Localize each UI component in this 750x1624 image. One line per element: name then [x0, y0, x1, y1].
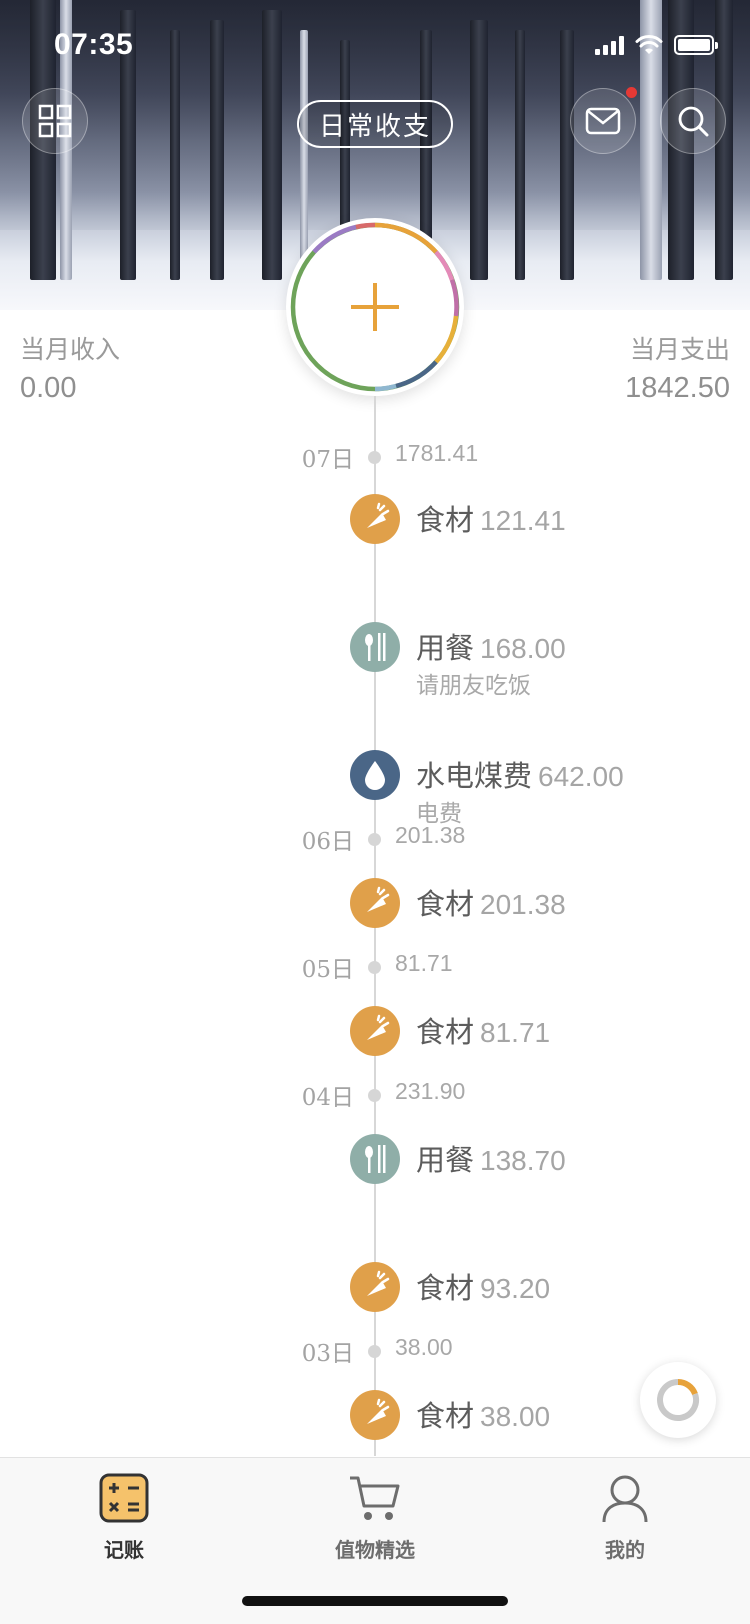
home-indicator — [242, 1596, 508, 1606]
record-item[interactable]: 食材 93.20 — [0, 1262, 750, 1332]
day-label: 07日 — [301, 447, 354, 473]
battery-icon — [674, 35, 718, 55]
day-label: 05日 — [301, 957, 354, 983]
day-header: 03日 38.00 — [0, 1334, 750, 1368]
day-label: 06日 — [301, 829, 354, 855]
mail-icon — [585, 107, 621, 135]
day-header: 04日 231.90 — [0, 1078, 750, 1112]
add-record-button[interactable] — [286, 218, 464, 396]
record-category: 水电煤费 — [416, 759, 533, 793]
day-total: 231.90 — [395, 1078, 466, 1104]
tab-bookkeeping[interactable]: 记账 — [24, 1472, 224, 1563]
day-dot — [368, 451, 381, 464]
record-category: 食材 — [416, 503, 475, 537]
record-category: 食材 — [416, 1271, 475, 1305]
plus-icon — [351, 283, 399, 331]
wifi-icon — [635, 35, 663, 54]
record-category: 用餐 — [416, 631, 475, 665]
day-dot — [368, 1345, 381, 1358]
status-bar: 07:35 — [0, 0, 750, 90]
tab-profile[interactable]: 我的 — [525, 1472, 725, 1563]
status-time: 07:35 — [54, 28, 134, 61]
utensils-icon — [350, 622, 400, 672]
record-amount: 642.00 — [538, 761, 624, 792]
cart-icon — [350, 1476, 400, 1520]
record-item[interactable]: 用餐 138.70 — [0, 1134, 750, 1204]
day-dot — [368, 833, 381, 846]
carrot-icon — [350, 1262, 400, 1312]
record-amount: 121.41 — [480, 505, 566, 536]
water-drop-icon — [350, 750, 400, 800]
income-label: 当月收入 — [20, 335, 121, 364]
record-item[interactable]: 食材 38.00 — [0, 1390, 750, 1460]
day-label: 03日 — [301, 1341, 354, 1367]
day-total: 38.00 — [395, 1334, 453, 1360]
record-note: 请朋友吃饭 — [416, 673, 531, 699]
record-amount: 38.00 — [480, 1401, 551, 1432]
messages-button[interactable] — [570, 88, 636, 154]
calculator-icon — [99, 1473, 149, 1523]
day-total: 1781.41 — [395, 440, 479, 466]
grid-icon — [38, 104, 72, 138]
day-label: 04日 — [301, 1085, 354, 1111]
day-total: 81.71 — [395, 950, 453, 976]
record-amount: 81.71 — [480, 1017, 551, 1048]
user-icon — [602, 1475, 648, 1523]
record-item[interactable]: 食材 121.41 — [0, 494, 750, 564]
expense-label: 当月支出 — [629, 335, 730, 364]
carrot-icon — [350, 494, 400, 544]
tab-featured[interactable]: 值物精选 — [275, 1472, 475, 1563]
income-value: 0.00 — [20, 372, 77, 404]
day-header: 06日 201.38 — [0, 822, 750, 856]
record-item[interactable]: 食材 81.71 — [0, 1006, 750, 1076]
tab-label: 记账 — [104, 1538, 144, 1562]
record-category: 食材 — [416, 887, 475, 921]
day-dot — [368, 1089, 381, 1102]
record-amount: 93.20 — [480, 1273, 551, 1304]
status-icons — [595, 34, 718, 56]
record-amount: 168.00 — [480, 633, 566, 664]
carrot-icon — [350, 878, 400, 928]
ledger-switch-button[interactable]: 日常收支 — [297, 100, 453, 148]
record-item[interactable]: 用餐 168.00 请朋友吃饭 — [0, 622, 750, 699]
day-dot — [368, 961, 381, 974]
record-amount: 138.70 — [480, 1145, 566, 1176]
cellular-signal-icon — [595, 35, 624, 55]
carrot-icon — [350, 1390, 400, 1440]
category-ring — [290, 222, 460, 392]
tab-label: 我的 — [605, 1538, 645, 1562]
unread-badge — [626, 87, 637, 98]
day-header: 07日 1781.41 — [0, 440, 750, 474]
grid-menu-button[interactable] — [22, 88, 88, 154]
search-icon — [678, 106, 709, 137]
record-category: 食材 — [416, 1015, 475, 1049]
search-button[interactable] — [660, 88, 726, 154]
record-item[interactable]: 水电煤费 642.00 电费 — [0, 750, 750, 827]
statistics-button[interactable] — [640, 1362, 716, 1438]
day-header: 05日 81.71 — [0, 950, 750, 984]
expense-value: 1842.50 — [625, 372, 730, 404]
record-amount: 201.38 — [480, 889, 566, 920]
utensils-icon — [350, 1134, 400, 1184]
record-category: 食材 — [416, 1399, 475, 1433]
tab-label: 值物精选 — [335, 1538, 415, 1562]
carrot-icon — [350, 1006, 400, 1056]
day-total: 201.38 — [395, 822, 466, 848]
pie-chart-icon — [657, 1378, 700, 1421]
record-item[interactable]: 食材 201.38 — [0, 878, 750, 948]
record-category: 用餐 — [416, 1143, 475, 1177]
